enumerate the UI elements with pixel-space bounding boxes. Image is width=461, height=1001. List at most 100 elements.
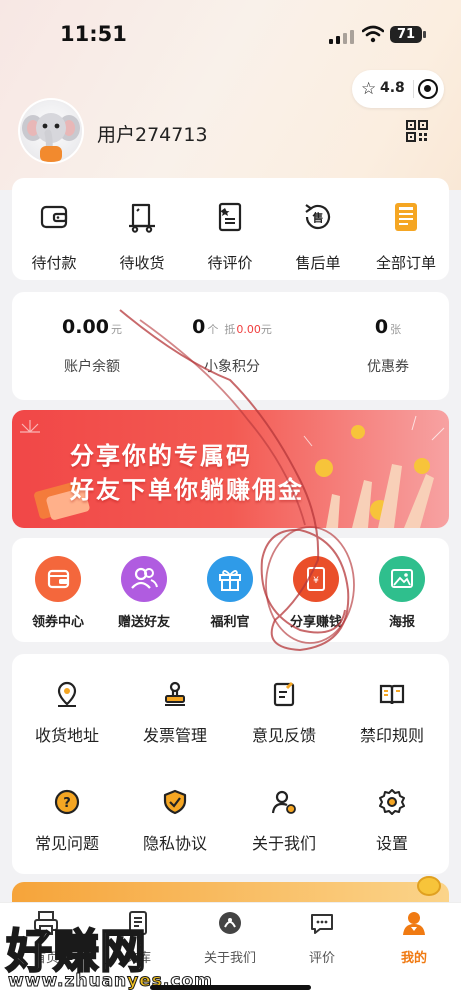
tool-label: 赠送好友 — [117, 615, 170, 630]
tab-label: 首页 — [32, 951, 59, 966]
tab-home[interactable]: 首页 — [0, 909, 92, 966]
order-label: 待评价 — [207, 254, 253, 272]
red-envelope-icon: ¥ — [293, 556, 339, 602]
location-pin-icon — [57, 681, 77, 707]
share-banner[interactable]: 分享你的专属码 好友下单你躺赚佣金 — [12, 410, 449, 528]
order-label: 待付款 — [31, 254, 77, 272]
service-label: 常见问题 — [34, 834, 99, 853]
coupons-value: 0 — [374, 316, 389, 338]
svg-text:售: 售 — [312, 211, 324, 225]
tool-label: 分享赚钱 — [289, 615, 342, 630]
friends-icon — [121, 556, 167, 602]
order-label: 售后单 — [295, 254, 341, 272]
service-about[interactable]: 关于我们 — [234, 788, 334, 854]
tool-label: 领券中心 — [31, 615, 84, 630]
service-label: 发票管理 — [142, 726, 207, 745]
balance-label: 账户余额 — [64, 359, 120, 375]
rules-book-icon — [379, 684, 405, 705]
target-icon[interactable] — [418, 79, 438, 99]
service-label: 意见反馈 — [251, 726, 316, 745]
tab-label: 我的 — [400, 951, 427, 966]
coupons-item[interactable]: 0张 优惠券 — [328, 316, 448, 376]
service-feedback[interactable]: 意见反馈 — [234, 680, 334, 746]
rating-pill[interactable]: ☆ 4.8 — [352, 70, 444, 108]
tool-label: 海报 — [388, 615, 415, 630]
service-invoice[interactable]: 发票管理 — [125, 680, 225, 746]
elephant-avatar-icon — [22, 113, 80, 162]
service-address[interactable]: 收货地址 — [17, 680, 117, 746]
status-time: 11:51 — [60, 22, 127, 46]
username[interactable]: 用户274713 — [97, 120, 208, 147]
about-icon — [219, 912, 241, 934]
tools-card: 领券中心 赠送好友 福利官 ¥ 分享赚钱 海报 — [12, 538, 449, 642]
service-label: 关于我们 — [251, 834, 316, 853]
tool-coupon-center[interactable]: 领券中心 — [16, 556, 100, 630]
tool-poster[interactable]: 海报 — [360, 556, 444, 630]
tab-review[interactable]: 评价 — [276, 909, 368, 966]
order-pending-receipt[interactable]: 待收货 — [102, 200, 182, 273]
gift-icon — [207, 556, 253, 602]
tab-about[interactable]: 关于我们 — [184, 909, 276, 966]
after-sales-icon: 售 — [305, 204, 331, 230]
tab-mine[interactable]: 我的 — [368, 909, 460, 966]
order-label: 全部订单 — [375, 254, 436, 272]
review-icon — [311, 914, 333, 934]
delivery-cart-icon — [129, 203, 155, 233]
status-bar: 11:51 71 — [0, 0, 461, 70]
services-card: 收货地址 发票管理 意见反馈 禁印规则 ? 常见问题 隐私协议 关于我们 设置 — [12, 654, 449, 874]
coupons-label: 优惠券 — [367, 359, 409, 375]
svg-text:?: ? — [63, 796, 71, 811]
tool-label: 福利官 — [210, 615, 250, 630]
star-icon: ☆ — [361, 79, 377, 99]
qr-code-icon[interactable] — [406, 120, 428, 142]
coupon-wallet-icon — [35, 556, 81, 602]
assets-card: 0.00 元 账户余额 0 个抵0.00元 小象积分 0张 优惠券 — [12, 292, 449, 400]
settings-gear-icon — [379, 789, 405, 815]
printer-icon — [34, 911, 58, 935]
service-label: 隐私协议 — [142, 834, 207, 853]
battery-indicator: 71 — [390, 26, 426, 43]
profile-icon — [403, 912, 425, 935]
svg-text:¥: ¥ — [313, 576, 319, 586]
tab-label: 评价 — [308, 951, 335, 966]
service-label: 收货地址 — [34, 726, 99, 745]
all-orders-icon — [395, 203, 417, 231]
service-print-rules[interactable]: 禁印规则 — [342, 680, 442, 746]
tool-welfare-officer[interactable]: 福利官 — [188, 556, 272, 630]
tab-label: 文库 — [124, 951, 151, 966]
shield-check-icon — [163, 789, 187, 815]
points-label: 小象积分 — [204, 359, 260, 375]
feedback-edit-icon — [273, 681, 295, 707]
tool-share-earn[interactable]: ¥ 分享赚钱 — [274, 556, 358, 630]
avatar[interactable] — [20, 100, 82, 162]
points-value: 0 — [192, 316, 206, 338]
pill-divider — [413, 80, 414, 98]
balance-item[interactable]: 0.00 元 账户余额 — [32, 316, 152, 376]
poster-image-icon — [379, 556, 425, 602]
coupons-unit: 张 — [390, 323, 402, 336]
order-pending-review[interactable]: 待评价 — [190, 200, 270, 273]
service-privacy[interactable]: 隐私协议 — [125, 788, 225, 854]
banner-line1: 分享你的专属码 — [70, 442, 252, 470]
tool-gift-friend[interactable]: 赠送好友 — [102, 556, 186, 630]
banner-line2: 好友下单你躺赚佣金 — [70, 476, 304, 504]
review-document-icon — [218, 202, 242, 232]
service-label: 设置 — [375, 834, 408, 853]
service-settings[interactable]: 设置 — [342, 788, 442, 854]
order-after-sales[interactable]: 售 售后单 — [278, 200, 358, 273]
order-pending-payment[interactable]: 待付款 — [14, 200, 94, 273]
library-icon — [129, 911, 147, 935]
user-gear-icon — [271, 790, 296, 814]
points-item[interactable]: 0 个抵0.00元 小象积分 — [172, 316, 292, 376]
tab-library[interactable]: 文库 — [92, 909, 184, 966]
order-label: 待收货 — [119, 254, 165, 272]
orders-card: 待付款 待收货 待评价 售 售后单 全部订单 — [12, 178, 449, 280]
service-faq[interactable]: ? 常见问题 — [17, 788, 117, 854]
service-label: 禁印规则 — [359, 726, 424, 745]
points-unit: 个 — [207, 323, 219, 336]
cellular-signal-icon — [329, 28, 355, 44]
coin-icon — [417, 876, 441, 896]
home-indicator — [150, 985, 311, 990]
stamp-icon — [165, 681, 185, 706]
order-all[interactable]: 全部订单 — [366, 200, 446, 273]
